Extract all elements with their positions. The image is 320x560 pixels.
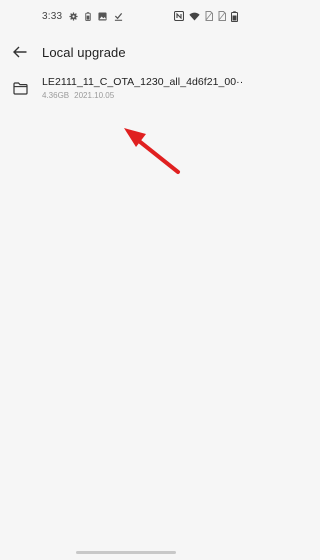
sim2-icon — [218, 11, 226, 21]
status-right — [174, 10, 238, 22]
page-title: Local upgrade — [42, 44, 126, 60]
gear-icon — [69, 11, 78, 21]
file-name: LE2111_11_C_OTA_1230_all_4d6f21_00·· — [42, 76, 242, 88]
download-done-icon — [114, 12, 123, 21]
nfc-icon — [174, 11, 184, 21]
battery-saver-icon — [85, 11, 91, 21]
file-meta: 4.36GB 2021.10.05 — [42, 91, 242, 100]
back-button[interactable] — [2, 34, 38, 70]
status-time: 3:33 — [42, 10, 63, 22]
folder-icon — [11, 79, 29, 97]
image-icon — [98, 11, 107, 21]
status-bar: 3:33 — [0, 0, 252, 32]
battery-icon — [231, 10, 238, 22]
file-date: 2021.10.05 — [74, 91, 115, 100]
status-left: 3:33 — [42, 11, 123, 22]
sim1-icon — [205, 11, 213, 21]
wifi-icon — [189, 12, 200, 21]
list-item[interactable]: LE2111_11_C_OTA_1230_all_4d6f21_00·· 4.3… — [0, 66, 252, 110]
app-bar: Local upgrade — [0, 34, 252, 70]
gesture-navigation-handle[interactable] — [76, 551, 176, 554]
arrow-left-icon — [13, 46, 27, 58]
file-size: 4.36GB — [42, 91, 70, 100]
file-text: LE2111_11_C_OTA_1230_all_4d6f21_00·· 4.3… — [42, 76, 242, 100]
